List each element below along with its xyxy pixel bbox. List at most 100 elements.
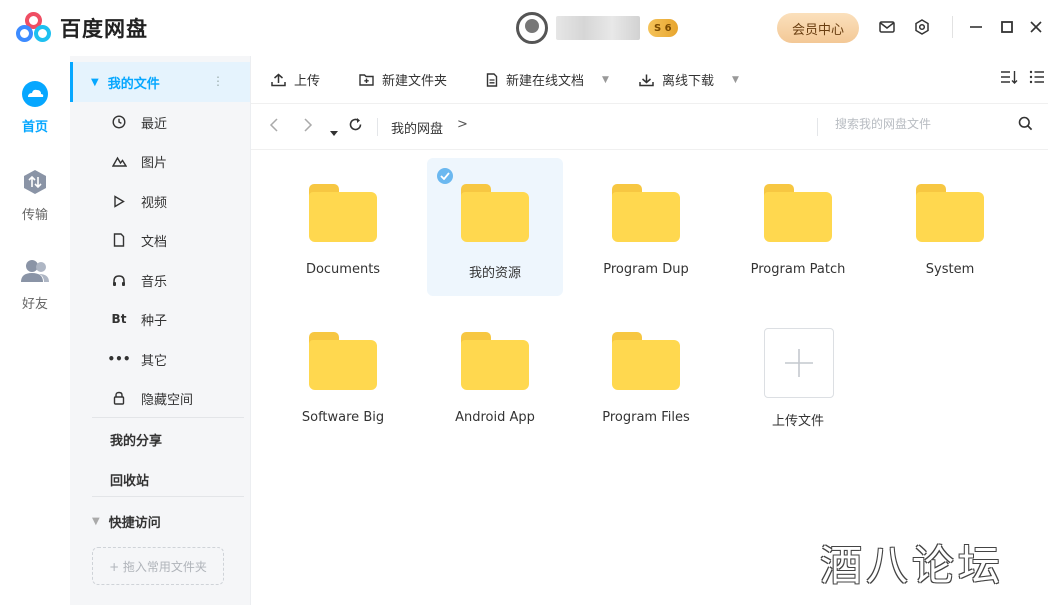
folder-icon [309, 184, 377, 242]
sidebar-item-label: 隐藏空间 [141, 392, 194, 408]
clock-icon [110, 115, 128, 129]
selected-check-icon[interactable] [437, 168, 453, 184]
sidebar-item-music[interactable]: 音乐 [110, 268, 240, 292]
upload-file-tile[interactable]: 上传文件 [730, 306, 866, 444]
folder-name: Program Files [602, 410, 690, 425]
sidebar-item-label: 图片 [141, 155, 168, 171]
folder-tile[interactable]: Android App [427, 306, 563, 444]
app-title: 百度网盘 [60, 17, 148, 41]
nav-item-transfer[interactable]: 传输 [0, 168, 70, 223]
address-divider [377, 118, 378, 136]
new-online-doc-label: 新建在线文档 [506, 74, 585, 89]
back-arrow-icon[interactable] [269, 117, 279, 137]
folder-tile[interactable]: Program Dup [578, 158, 714, 296]
folder-icon [612, 332, 680, 390]
forum-watermark: 酒八论坛 [820, 541, 1005, 590]
toolbar: 上传 新建文件夹 新建在线文档 ▼ 离线下载 ▼ [251, 56, 1048, 104]
new-folder-button[interactable]: 新建文件夹 [359, 70, 447, 89]
more-dots-icon: ••• [107, 352, 131, 366]
caret-down-icon: ▼ [92, 516, 100, 527]
nav-item-friends[interactable]: 好友 [0, 257, 70, 312]
dropdown-caret-icon[interactable]: ▼ [602, 75, 609, 85]
folder-name: System [925, 262, 975, 277]
new-online-doc-button[interactable]: 新建在线文档 ▼ [486, 70, 609, 89]
address-bar: 我的网盘 > [251, 104, 1048, 150]
list-view-icon[interactable] [1029, 69, 1045, 85]
nav-item-home[interactable]: 首页 [0, 80, 70, 135]
dropdown-caret-icon[interactable]: ▼ [732, 75, 739, 85]
sidebar-item-torrents[interactable]: Bt 种子 [110, 307, 240, 331]
app-logo: 百度网盘 [16, 12, 148, 44]
sidebar-item-documents[interactable]: 文档 [110, 228, 240, 252]
sidebar-item-hidden-space[interactable]: 隐藏空间 [110, 386, 240, 410]
nav-label-friends: 好友 [21, 297, 48, 312]
sidebar-quick-access[interactable]: ▼ 快捷访问 [92, 512, 161, 531]
forward-arrow-icon[interactable] [303, 117, 313, 137]
folder-name: Documents [305, 262, 381, 277]
sidebar-my-share[interactable]: 我的分享 [110, 430, 162, 449]
folder-tile[interactable]: Program Patch [730, 158, 866, 296]
nav-label-transfer: 传输 [21, 208, 48, 223]
folder-name: 我的资源 [468, 266, 521, 281]
minimize-icon[interactable] [965, 16, 987, 38]
drop-folder-zone[interactable]: + 拖入常用文件夹 [92, 547, 224, 585]
upload-button[interactable]: 上传 [271, 70, 320, 89]
sidebar-my-files-label: 我的文件 [107, 76, 160, 92]
titlebar-divider [952, 16, 953, 38]
online-doc-icon [486, 72, 498, 87]
folder-icon [612, 184, 680, 242]
vip-center-button[interactable]: 会员中心 [777, 13, 859, 43]
lock-icon [110, 391, 128, 405]
folder-tile[interactable]: Software Big [275, 306, 411, 444]
sidebar-divider [92, 417, 244, 418]
maximize-icon[interactable] [996, 16, 1018, 38]
title-bar: 百度网盘 S 6 会员中心 [0, 0, 1048, 56]
breadcrumb-separator: > [457, 117, 468, 132]
folder-tile[interactable]: Documents [275, 158, 411, 296]
friends-icon [21, 260, 49, 282]
folder-icon [309, 332, 377, 390]
folder-tile[interactable]: Program Files [578, 306, 714, 444]
folder-name: Program Patch [750, 262, 846, 277]
download-icon [639, 74, 654, 86]
upload-label: 上传 [294, 74, 321, 89]
history-dropdown-icon[interactable] [330, 122, 338, 141]
sidebar-item-other[interactable]: ••• 其它 [107, 347, 240, 371]
user-area[interactable]: S 6 [516, 12, 678, 44]
play-icon [110, 194, 128, 208]
breadcrumb[interactable]: 我的网盘 [391, 118, 443, 137]
upload-plus-box[interactable] [764, 328, 834, 398]
sidebar-item-label: 文档 [141, 234, 168, 250]
sidebar-item-label: 最近 [141, 116, 168, 132]
more-vertical-icon[interactable]: ⋮ [212, 74, 224, 88]
sidebar-recycle-bin[interactable]: 回收站 [110, 470, 149, 489]
search-icon[interactable] [1018, 116, 1033, 135]
close-icon[interactable] [1025, 16, 1047, 38]
search-input[interactable] [835, 117, 995, 131]
sidebar-item-images[interactable]: 图片 [110, 149, 240, 173]
sidebar-my-files[interactable]: ▼ 我的文件 ⋮ [70, 62, 250, 102]
sidebar-item-videos[interactable]: 视频 [110, 189, 240, 213]
sort-icon[interactable] [1000, 69, 1018, 85]
offline-download-label: 离线下载 [662, 74, 715, 89]
plus-icon [785, 349, 813, 377]
username-redacted [556, 16, 640, 40]
cloud-icon [22, 81, 48, 107]
sidebar-divider [92, 496, 244, 497]
settings-gear-icon[interactable] [911, 16, 933, 38]
quick-access-label: 快捷访问 [108, 516, 161, 531]
folder-icon [461, 332, 529, 390]
folder-name: Program Dup [603, 262, 689, 277]
nav-label-home: 首页 [21, 120, 48, 135]
refresh-icon[interactable] [348, 117, 363, 136]
search-box [835, 117, 1035, 139]
folder-tile-selected[interactable]: 我的资源 [427, 158, 563, 296]
folder-tile[interactable]: System [882, 158, 1018, 296]
baidu-cloud-logo-icon [16, 12, 54, 44]
mail-icon[interactable] [876, 16, 898, 38]
sidebar: ▼ 我的文件 ⋮ 最近 图片 视频 文档 音乐 Bt 种子 ••• 其它 隐藏空… [70, 56, 251, 605]
sidebar-item-recent[interactable]: 最近 [110, 110, 240, 134]
offline-download-button[interactable]: 离线下载 ▼ [639, 70, 739, 89]
image-icon [110, 155, 128, 167]
avatar[interactable] [516, 12, 548, 44]
